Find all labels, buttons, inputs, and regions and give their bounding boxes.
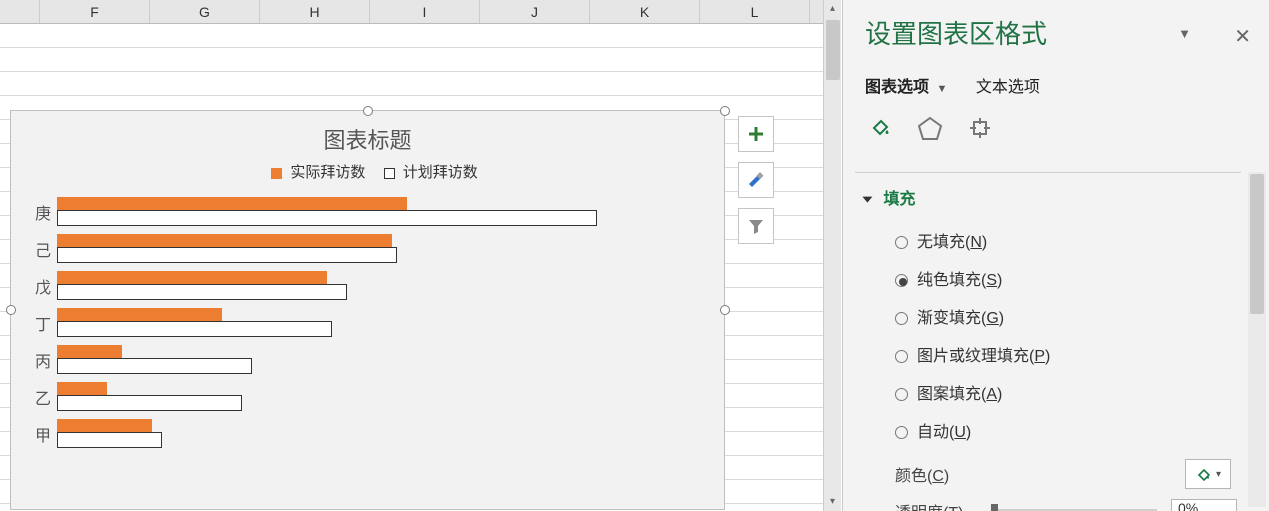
pane-category-icons bbox=[865, 113, 1257, 143]
category-label: 乙 bbox=[27, 385, 51, 409]
bar-plan[interactable] bbox=[57, 247, 397, 263]
color-picker-button[interactable]: ▾ bbox=[1185, 459, 1231, 489]
chart-add-element-button[interactable] bbox=[738, 116, 774, 152]
vertical-scrollbar[interactable]: ▴ ▾ bbox=[823, 0, 841, 511]
column-header-F[interactable]: F bbox=[40, 0, 150, 23]
embedded-chart[interactable]: 图表标题 实际拜访数 计划拜访数 庚己戊丁丙乙甲 bbox=[10, 110, 725, 510]
resize-handle-ne[interactable] bbox=[720, 106, 730, 116]
column-header-I[interactable]: I bbox=[370, 0, 480, 23]
transparency-field-row: 透明度(T) 0% bbox=[865, 489, 1237, 511]
bar-row: 庚 bbox=[57, 194, 704, 231]
pane-options-dropdown[interactable]: ▼ bbox=[1178, 26, 1191, 41]
section-fill-header[interactable]: 填充 bbox=[865, 185, 1237, 209]
legend-swatch-actual bbox=[271, 168, 282, 179]
bar-row: 甲 bbox=[57, 416, 704, 453]
bar-plan[interactable] bbox=[57, 432, 162, 448]
pane-scrollbar[interactable] bbox=[1248, 172, 1266, 507]
scroll-down-button[interactable]: ▾ bbox=[824, 493, 841, 511]
slider-thumb[interactable] bbox=[991, 504, 998, 511]
pane-tabs: 图表选项 ▼ 文本选项 bbox=[865, 73, 1257, 97]
scroll-up-button[interactable]: ▴ bbox=[824, 0, 841, 18]
transparency-value-box[interactable]: 0% bbox=[1171, 499, 1237, 511]
bar-row: 丙 bbox=[57, 342, 704, 379]
radio-solid[interactable]: 纯色填充(S) bbox=[895, 259, 1237, 297]
spreadsheet-area: FGHIJKLM ▴ ▾ 图表标题 实际拜访数 计划拜访数 庚己戊丁丙乙甲 bbox=[0, 0, 841, 511]
chevron-down-icon: ▾ bbox=[1216, 469, 1221, 480]
legend-label-actual: 实际拜访数 bbox=[290, 164, 365, 181]
pane-title: 设置图表区格式 bbox=[865, 14, 1257, 51]
radio-none[interactable]: 无填充(N) bbox=[895, 221, 1237, 259]
fill-radio-group: 无填充(N)纯色填充(S)渐变填充(G)图片或纹理填充(P)图案填充(A)自动(… bbox=[865, 209, 1237, 453]
column-header-row: FGHIJKLM bbox=[0, 0, 841, 24]
category-label: 己 bbox=[27, 237, 51, 261]
transparency-label: 透明度(T) bbox=[895, 499, 985, 511]
radio-auto[interactable]: 自动(U) bbox=[895, 411, 1237, 449]
radio-dot bbox=[895, 274, 908, 287]
tab-chart-options-label: 图表选项 bbox=[865, 79, 929, 96]
paint-bucket-icon bbox=[1195, 466, 1211, 482]
bar-row: 丁 bbox=[57, 305, 704, 342]
radio-gradient[interactable]: 渐变填充(G) bbox=[895, 297, 1237, 335]
scroll-thumb[interactable] bbox=[826, 20, 840, 80]
radio-dot bbox=[895, 350, 908, 363]
color-label: 颜色(C) bbox=[895, 462, 985, 486]
effects-icon[interactable] bbox=[915, 113, 945, 143]
chart-legend[interactable]: 实际拜访数 计划拜访数 bbox=[11, 161, 724, 188]
bar-row: 戊 bbox=[57, 268, 704, 305]
column-header-L[interactable]: L bbox=[700, 0, 810, 23]
bar-plan[interactable] bbox=[57, 210, 597, 226]
category-label: 戊 bbox=[27, 274, 51, 298]
column-header-K[interactable]: K bbox=[590, 0, 700, 23]
pane-scroll-thumb[interactable] bbox=[1250, 174, 1264, 314]
legend-label-plan: 计划拜访数 bbox=[403, 164, 478, 181]
radio-dot bbox=[895, 236, 908, 249]
bar-plan[interactable] bbox=[57, 358, 252, 374]
chart-plot-area[interactable]: 庚己戊丁丙乙甲 bbox=[11, 188, 724, 453]
category-label: 丁 bbox=[27, 311, 51, 335]
resize-handle-n[interactable] bbox=[363, 106, 373, 116]
chart-filter-button[interactable] bbox=[738, 208, 774, 244]
tab-chart-options[interactable]: 图表选项 ▼ bbox=[865, 73, 947, 97]
bar-plan[interactable] bbox=[57, 395, 242, 411]
bar-plan[interactable] bbox=[57, 321, 332, 337]
pane-body: 填充 无填充(N)纯色填充(S)渐变填充(G)图片或纹理填充(P)图案填充(A)… bbox=[855, 172, 1241, 511]
bar-row: 己 bbox=[57, 231, 704, 268]
chart-styles-button[interactable] bbox=[738, 162, 774, 198]
category-label: 甲 bbox=[27, 422, 51, 446]
chart-title[interactable]: 图表标题 bbox=[11, 111, 724, 161]
radio-picture[interactable]: 图片或纹理填充(P) bbox=[895, 335, 1237, 373]
column-header-G[interactable]: G bbox=[150, 0, 260, 23]
radio-dot bbox=[895, 312, 908, 325]
tab-text-options[interactable]: 文本选项 bbox=[976, 73, 1040, 97]
column-header-H[interactable]: H bbox=[260, 0, 370, 23]
color-field-row: 颜色(C) ▾ bbox=[865, 453, 1237, 489]
radio-dot bbox=[895, 388, 908, 401]
chart-element-buttons bbox=[738, 116, 774, 254]
column-header-J[interactable]: J bbox=[480, 0, 590, 23]
chevron-down-icon: ▼ bbox=[936, 83, 947, 95]
bar-row: 乙 bbox=[57, 379, 704, 416]
pane-close-button[interactable]: ✕ bbox=[1234, 24, 1251, 49]
legend-swatch-plan bbox=[384, 168, 395, 179]
format-chart-area-pane: 设置图表区格式 ▼ ✕ 图表选项 ▼ 文本选项 填充 无填充 bbox=[842, 0, 1269, 511]
radio-dot bbox=[895, 426, 908, 439]
fill-line-icon[interactable] bbox=[865, 113, 895, 143]
category-label: 丙 bbox=[27, 348, 51, 372]
disclosure-triangle-icon bbox=[862, 197, 872, 203]
category-label: 庚 bbox=[27, 200, 51, 224]
size-properties-icon[interactable] bbox=[965, 113, 995, 143]
section-fill-label: 填充 bbox=[883, 191, 915, 208]
resize-handle-e[interactable] bbox=[720, 305, 730, 315]
radio-pattern[interactable]: 图案填充(A) bbox=[895, 373, 1237, 411]
resize-handle-w[interactable] bbox=[6, 305, 16, 315]
bar-plan[interactable] bbox=[57, 284, 347, 300]
